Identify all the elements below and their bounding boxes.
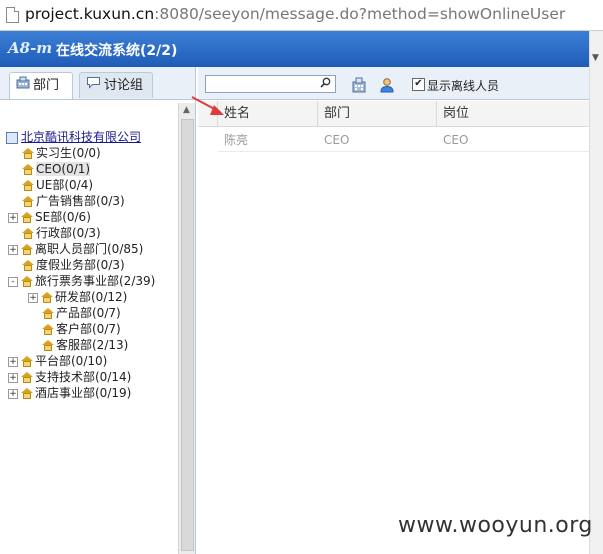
search-field[interactable] xyxy=(205,75,336,93)
tree-node-hotel[interactable]: + 酒店事业部(0/19) xyxy=(8,385,131,401)
folder-house-icon xyxy=(22,260,34,271)
tree-node-interns[interactable]: 实习生(0/0) xyxy=(10,145,101,161)
scrollbar-thumb[interactable] xyxy=(181,119,194,551)
tree-node-admin[interactable]: 行政部(0/3) xyxy=(10,225,101,241)
tree-node-label: 客服部(2/13) xyxy=(56,338,129,352)
url-host: project.kuxun.cn xyxy=(25,5,155,23)
folder-house-icon xyxy=(42,308,54,319)
window-title-bar: A8-m 在线交流系统(2/2) xyxy=(0,31,597,67)
window-title: 在线交流系统(2/2) xyxy=(56,43,178,59)
a8-logo: A8-m xyxy=(8,39,53,57)
window-scrollbar[interactable]: ▼ xyxy=(589,31,603,554)
tree-node-tech-support[interactable]: + 支持技术部(0/14) xyxy=(8,369,131,385)
scroll-down-arrow-icon[interactable]: ▼ xyxy=(592,53,599,63)
tab-discussion-group-label: 讨论组 xyxy=(104,78,144,93)
folder-house-icon xyxy=(21,388,33,399)
tree-node-customer[interactable]: 客户部(0/7) xyxy=(30,321,121,337)
tree-node-label: 酒店事业部(0/19) xyxy=(35,386,132,400)
tree-node-label: 支持技术部(0/14) xyxy=(35,370,132,384)
expand-toggle[interactable]: + xyxy=(8,244,18,255)
panel-tabs: 部门 讨论组 xyxy=(0,67,195,100)
org-structure-icon[interactable] xyxy=(351,77,367,93)
left-panel: 部门 讨论组 北京酷讯科技有限公司 实习生(0/0) CEO(0/1) UE部(… xyxy=(0,67,196,554)
scroll-up-arrow-icon[interactable]: ▲ xyxy=(183,105,190,115)
folder-house-icon xyxy=(22,148,34,159)
tree-node-label: 产品部(0/7) xyxy=(56,306,121,320)
tree-node-ue[interactable]: UE部(0/4) xyxy=(10,177,93,193)
tree-node-product[interactable]: 产品部(0/7) xyxy=(30,305,121,321)
folder-house-icon xyxy=(42,324,54,335)
tree-root-label: 北京酷讯科技有限公司 xyxy=(21,130,142,144)
annotation-arrow-icon xyxy=(191,96,224,115)
tab-discussion-group[interactable]: 讨论组 xyxy=(79,72,153,98)
address-bar[interactable]: project.kuxun.cn:8080/seeyon/message.do?… xyxy=(0,0,603,31)
user-icon[interactable] xyxy=(379,77,395,93)
folder-house-icon xyxy=(22,180,34,191)
company-icon xyxy=(6,131,18,144)
folder-house-icon xyxy=(42,340,54,351)
tree-node-label: 行政部(0/3) xyxy=(36,226,101,240)
column-header-name[interactable]: 姓名 xyxy=(218,101,318,127)
url-text[interactable]: project.kuxun.cn:8080/seeyon/message.do?… xyxy=(25,5,565,23)
table-row-position[interactable]: CEO xyxy=(437,128,589,152)
department-tree: 北京酷讯科技有限公司 实习生(0/0) CEO(0/1) UE部(0/4) 广告… xyxy=(0,103,178,554)
folder-house-icon xyxy=(21,244,33,255)
page-icon xyxy=(6,7,19,23)
department-icon xyxy=(16,73,30,98)
folder-house-icon xyxy=(41,292,53,303)
show-offline-label[interactable]: 显示离线人员 xyxy=(427,77,499,94)
expand-toggle[interactable]: + xyxy=(8,372,18,383)
tree-node-label: CEO(0/1) xyxy=(36,162,91,176)
table-row-department[interactable]: CEO xyxy=(318,128,437,152)
toolbar: ✔ 显示离线人员 xyxy=(198,67,589,100)
expand-toggle[interactable]: + xyxy=(8,388,18,399)
folder-house-icon xyxy=(21,356,33,367)
folder-house-icon xyxy=(21,372,33,383)
chat-bubble-icon xyxy=(86,73,101,98)
expand-toggle[interactable]: + xyxy=(8,212,18,223)
tree-node-platform[interactable]: + 平台部(0/10) xyxy=(8,353,107,369)
tree-node-label: 平台部(0/10) xyxy=(35,354,108,368)
column-header-department[interactable]: 部门 xyxy=(318,101,437,127)
tab-department-label: 部门 xyxy=(33,78,60,93)
folder-house-icon xyxy=(22,228,34,239)
folder-house-icon xyxy=(21,276,33,287)
tree-node-label: 实习生(0/0) xyxy=(36,146,101,160)
tree-node-label: 度假业务部(0/3) xyxy=(36,258,125,272)
folder-house-icon xyxy=(22,196,34,207)
expand-toggle[interactable]: + xyxy=(8,356,18,367)
tree-node-service[interactable]: 客服部(2/13) xyxy=(30,337,128,353)
tree-node-ad-sales[interactable]: 广告销售部(0/3) xyxy=(10,193,125,209)
tree-node-travel-ticketing[interactable]: - 旅行票务事业部(2/39) xyxy=(8,273,155,289)
search-input[interactable] xyxy=(208,77,318,91)
tree-node-label: UE部(0/4) xyxy=(36,178,94,192)
table-row-name[interactable]: 陈亮 xyxy=(218,128,318,152)
right-panel: ✔ 显示离线人员 姓名 部门 岗位 陈亮 CEO CEO xyxy=(198,67,589,554)
collapse-toggle[interactable]: - xyxy=(8,276,18,287)
tree-node-se[interactable]: + SE部(0/6) xyxy=(8,209,91,225)
tree-node-ceo[interactable]: CEO(0/1) xyxy=(10,161,91,177)
tree-node-vacation[interactable]: 度假业务部(0/3) xyxy=(10,257,125,273)
tree-root[interactable]: 北京酷讯科技有限公司 xyxy=(6,129,141,145)
column-header-position[interactable]: 岗位 xyxy=(437,101,589,127)
tree-node-label: 研发部(0/12) xyxy=(55,290,128,304)
tree-node-former-staff[interactable]: + 离职人员部门(0/85) xyxy=(8,241,143,257)
tree-node-label: 旅行票务事业部(2/39) xyxy=(35,274,156,288)
search-icon[interactable] xyxy=(320,77,331,91)
expand-toggle[interactable]: + xyxy=(28,292,38,303)
tree-node-label: SE部(0/6) xyxy=(35,210,91,224)
url-path: :8080/seeyon/message.do?method=showOnlin… xyxy=(154,5,566,23)
folder-house-icon xyxy=(22,164,34,175)
tree-node-label: 广告销售部(0/3) xyxy=(36,194,125,208)
tree-scrollbar[interactable]: ▲ xyxy=(178,103,195,554)
tree-node-label: 离职人员部门(0/85) xyxy=(35,242,144,256)
folder-house-icon xyxy=(21,212,33,223)
tree-node-label: 客户部(0/7) xyxy=(56,322,121,336)
show-offline-checkbox[interactable]: ✔ xyxy=(412,78,425,91)
watermark: www.wooyun.org xyxy=(398,513,593,538)
tree-node-rnd[interactable]: + 研发部(0/12) xyxy=(28,289,127,305)
tab-department[interactable]: 部门 xyxy=(9,72,73,99)
